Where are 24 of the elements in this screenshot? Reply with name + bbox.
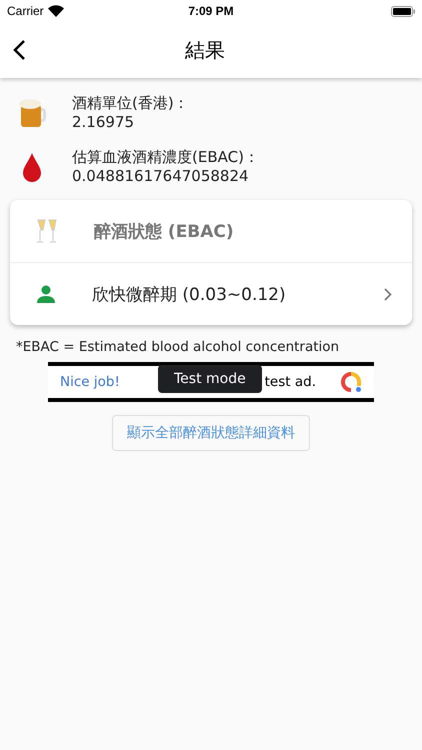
ad-banner[interactable]: Nice job! Test mode test ad.: [48, 362, 374, 402]
champagne-glasses-icon: [36, 219, 58, 243]
test-mode-badge: Test mode: [158, 365, 262, 393]
wifi-icon: [48, 5, 64, 17]
info-label: 酒精單位(香港)：: [72, 94, 189, 113]
beer-mug-icon: [18, 98, 46, 128]
card-header: 醉酒狀態 (EBAC): [94, 220, 234, 242]
chevron-right-icon: [384, 288, 392, 300]
status-row[interactable]: 欣快微醉期 (0.03~0.12): [10, 262, 412, 325]
blood-drop-icon: [21, 152, 43, 182]
page-title: 結果: [184, 36, 226, 64]
ad-text: test ad.: [264, 374, 316, 390]
carrier-label: Carrier: [7, 4, 44, 18]
ad-headline: Nice job!: [60, 374, 120, 390]
status-label: 欣快微醉期 (0.03~0.12): [92, 284, 287, 306]
info-value: 0.04881617647058824: [72, 167, 250, 186]
info-label: 估算血液酒精濃度(EBAC)：: [72, 148, 259, 167]
footnote: *EBAC = Estimated blood alcohol concentration: [16, 339, 340, 355]
back-icon[interactable]: [12, 39, 28, 61]
clock-time: 7:09 PM: [188, 4, 234, 18]
info-value: 2.16975: [72, 113, 136, 132]
battery-icon: [391, 6, 416, 16]
ad-logo-icon: [340, 371, 362, 393]
person-icon: [36, 285, 56, 303]
